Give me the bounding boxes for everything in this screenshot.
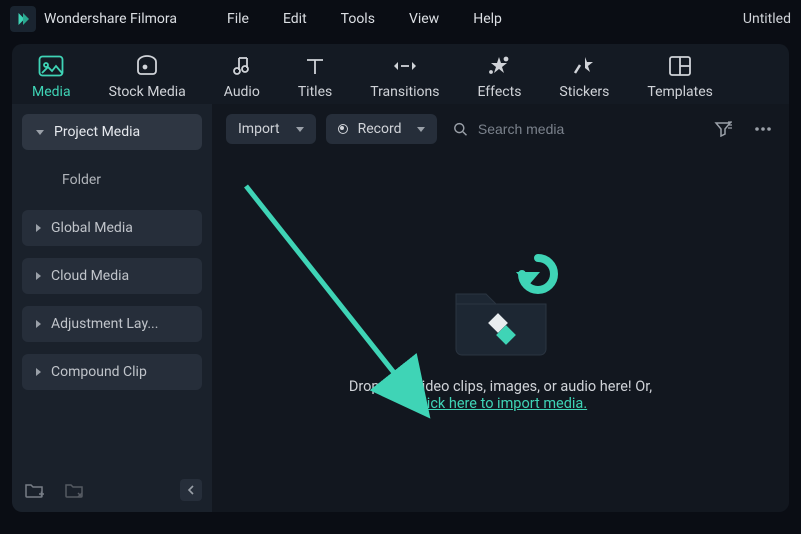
caret-right-icon bbox=[36, 272, 41, 280]
dropzone-text: Drop your video clips, images, or audio … bbox=[349, 378, 652, 395]
sidebar-footer bbox=[22, 478, 202, 502]
media-dropzone[interactable]: Drop your video clips, images, or audio … bbox=[212, 154, 789, 512]
sidebar-item-compound-clip[interactable]: Compound Clip bbox=[22, 354, 202, 390]
media-icon bbox=[38, 55, 64, 77]
sidebar-item-project-media[interactable]: Project Media bbox=[22, 114, 202, 150]
tab-effects[interactable]: Effects bbox=[477, 54, 521, 100]
sidebar-item-global-media[interactable]: Global Media bbox=[22, 210, 202, 246]
search-icon bbox=[453, 121, 467, 137]
transitions-icon bbox=[392, 55, 418, 77]
import-button[interactable]: Import bbox=[226, 114, 316, 144]
menu-file[interactable]: File bbox=[227, 11, 249, 27]
filter-icon bbox=[714, 121, 732, 137]
import-folder-icon bbox=[436, 254, 566, 374]
content-area: Import Record bbox=[212, 104, 789, 512]
remove-folder-button[interactable] bbox=[62, 478, 86, 502]
document-title: Untitled bbox=[743, 11, 791, 27]
caret-right-icon bbox=[36, 320, 41, 328]
sidebar: Project Media Folder Global Media Cloud … bbox=[12, 104, 212, 512]
app-logo bbox=[10, 6, 36, 32]
record-button[interactable]: Record bbox=[326, 114, 438, 144]
sidebar-item-folder[interactable]: Folder bbox=[22, 162, 202, 198]
tabbar: Media Stock Media Audio Titles Transitio… bbox=[12, 44, 789, 104]
filter-button[interactable] bbox=[711, 117, 735, 141]
app-name: Wondershare Filmora bbox=[44, 11, 177, 27]
import-media-link[interactable]: Click here to import media. bbox=[414, 395, 587, 412]
audio-icon bbox=[231, 55, 253, 77]
tab-media[interactable]: Media bbox=[32, 54, 71, 100]
titlebar: Wondershare Filmora File Edit Tools View… bbox=[0, 0, 801, 38]
tab-audio[interactable]: Audio bbox=[224, 54, 260, 100]
ellipsis-icon bbox=[754, 126, 772, 132]
folder-plus-icon bbox=[24, 481, 44, 499]
tab-stock-media[interactable]: Stock Media bbox=[109, 54, 186, 100]
tab-stickers[interactable]: Stickers bbox=[559, 54, 609, 100]
content-toolbar: Import Record bbox=[212, 104, 789, 154]
caret-down-icon bbox=[36, 130, 44, 135]
caret-right-icon bbox=[36, 368, 41, 376]
effects-icon bbox=[487, 55, 511, 77]
search-input[interactable] bbox=[478, 121, 695, 137]
more-options-button[interactable] bbox=[751, 117, 775, 141]
sidebar-item-adjustment-layer[interactable]: Adjustment Lay... bbox=[22, 306, 202, 342]
tab-titles[interactable]: Titles bbox=[298, 54, 332, 100]
main-panel: Project Media Folder Global Media Cloud … bbox=[12, 104, 789, 512]
menu-help[interactable]: Help bbox=[473, 11, 502, 27]
caret-right-icon bbox=[36, 224, 41, 232]
folder-x-icon bbox=[64, 481, 84, 499]
stock-media-icon bbox=[134, 55, 160, 77]
menu-view[interactable]: View bbox=[409, 11, 439, 27]
tab-transitions[interactable]: Transitions bbox=[370, 54, 439, 100]
record-icon bbox=[338, 124, 348, 134]
stickers-icon bbox=[572, 55, 596, 77]
tab-templates[interactable]: Templates bbox=[647, 54, 713, 100]
add-folder-button[interactable] bbox=[22, 478, 46, 502]
search-wrap bbox=[447, 121, 701, 137]
titles-icon bbox=[303, 55, 327, 77]
chevron-left-icon bbox=[187, 485, 195, 495]
chevron-down-icon bbox=[296, 127, 304, 132]
collapse-sidebar-button[interactable] bbox=[180, 479, 202, 501]
chevron-down-icon bbox=[417, 127, 425, 132]
menu-edit[interactable]: Edit bbox=[283, 11, 307, 27]
sidebar-item-cloud-media[interactable]: Cloud Media bbox=[22, 258, 202, 294]
filmora-logo-icon bbox=[14, 10, 32, 28]
templates-icon bbox=[668, 55, 692, 77]
menu-tools[interactable]: Tools bbox=[341, 11, 375, 27]
menubar: File Edit Tools View Help bbox=[227, 11, 502, 27]
